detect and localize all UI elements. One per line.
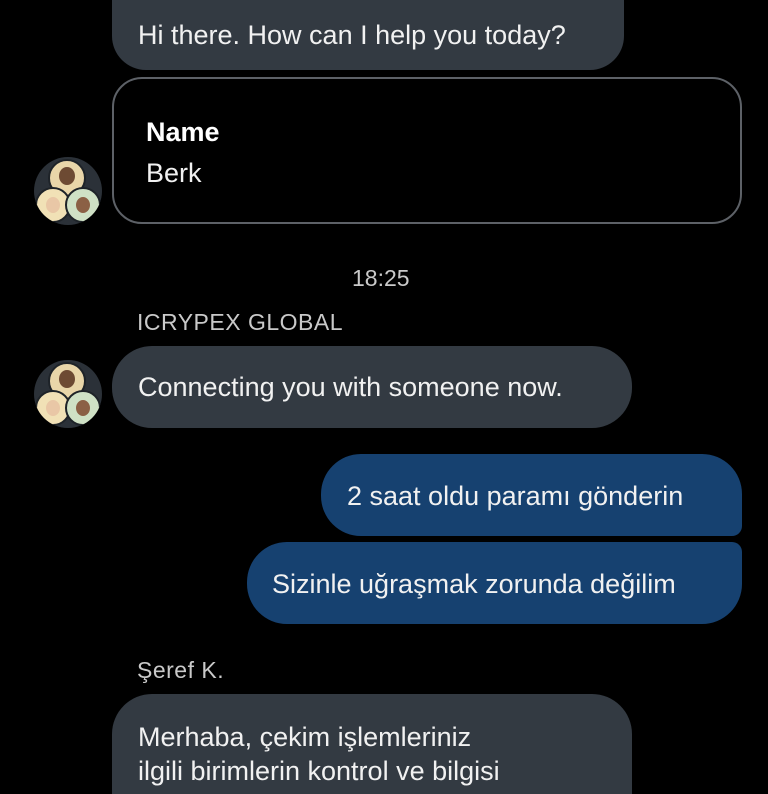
agent-group-avatar-icon [34,360,102,428]
sender-name: ICRYPEX GLOBAL [137,309,343,335]
message-text: Hi there. How can I help you today? [138,20,566,50]
message-timestamp: 18:25 [352,265,410,291]
message-text-line-1: Merhaba, çekim işlemleriniz [138,722,472,752]
card-value: Berk [146,158,202,188]
message-text: Sizinle uğraşmak zorunda değilim [272,569,676,599]
sender-name: Şeref K. [137,657,225,683]
bot-message-connecting: Connecting you with someone now. [112,346,632,428]
name-card: Name Berk [112,77,742,224]
message-text: 2 saat oldu paramı gönderin [347,481,684,511]
agent-message: Merhaba, çekim işlemleriniz ilgili birim… [112,694,632,794]
message-text: Connecting you with someone now. [138,372,563,402]
message-text-line-2: ilgili birimlerin kontrol ve bilgisi [138,756,500,786]
user-message: 2 saat oldu paramı gönderin [321,454,742,536]
card-label: Name [146,117,220,147]
bot-message-greeting: Hi there. How can I help you today? [112,0,624,70]
user-message: Sizinle uğraşmak zorunda değilim [247,542,742,624]
agent-group-avatar-icon [34,157,102,225]
